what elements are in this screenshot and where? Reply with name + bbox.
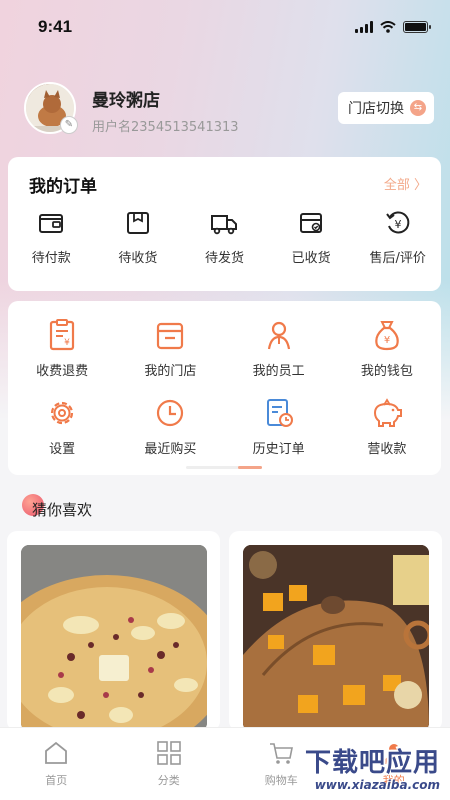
service-label: 最近购买: [144, 442, 197, 457]
product-card[interactable]: [7, 531, 220, 731]
order-pending-payment[interactable]: 待付款: [8, 209, 95, 266]
gear-icon: [51, 401, 74, 425]
service-fee-refund[interactable]: ¥ 收费退费: [8, 318, 116, 379]
services-card: ¥ 收费退费 我的门店 我的员工 ¥ 我的钱包 设置 最近购买 历史订单 营收款: [8, 301, 441, 475]
service-my-wallet[interactable]: ¥ 我的钱包: [333, 318, 441, 379]
service-my-staff[interactable]: 我的员工: [225, 318, 333, 379]
service-label: 收费退费: [36, 364, 89, 379]
battery-icon: [403, 21, 431, 33]
tab-home[interactable]: 首页: [0, 728, 113, 800]
tab-label: 首页: [45, 774, 68, 787]
truck-icon: [211, 215, 238, 235]
profile-header: ✎ 曼玲粥店 用户名2354513541313 门店切换 ⇆: [24, 82, 434, 138]
product-card[interactable]: [229, 531, 442, 731]
watermark-title: 下载吧应用: [304, 748, 440, 778]
chevron-right-icon: 〉: [413, 178, 427, 193]
order-label: 售后/评价: [369, 251, 426, 266]
wifi-icon: [380, 21, 396, 33]
swap-icon: ⇆: [410, 100, 426, 116]
username: 用户名2354513541313: [92, 120, 239, 135]
my-orders-card: 我的订单 全部 〉 待付款 待收货 待发货 已收货 ¥ 售后/评价: [8, 157, 441, 291]
services-row: ¥ 收费退费 我的门店 我的员工 ¥ 我的钱包: [8, 318, 441, 379]
product-image: [243, 545, 429, 731]
order-pending-receipt[interactable]: 待收货: [95, 209, 182, 266]
grid-icon: [156, 741, 181, 765]
received-box-icon: [300, 213, 323, 233]
service-label: 我的员工: [252, 364, 305, 379]
box-icon: [126, 212, 149, 234]
orders-all-link[interactable]: 全部 〉: [384, 174, 427, 193]
service-label: 设置: [49, 442, 76, 457]
switch-store-button[interactable]: 门店切换 ⇆: [338, 92, 434, 124]
service-label: 历史订单: [252, 442, 305, 457]
home-icon: [45, 741, 68, 764]
service-recent-purchases[interactable]: 最近购买: [116, 396, 224, 457]
money-bag-icon: ¥: [375, 321, 399, 351]
history-order-icon: [266, 399, 293, 427]
order-label: 待收货: [118, 251, 158, 266]
store-icon: [157, 322, 184, 350]
wallet-icon: [39, 214, 64, 233]
order-label: 待发货: [204, 251, 244, 266]
service-label: 我的钱包: [360, 364, 413, 379]
service-order-history[interactable]: 历史订单: [225, 396, 333, 457]
orders-title: 我的订单: [29, 177, 97, 197]
tab-category[interactable]: 分类: [113, 728, 226, 800]
watermark-url: www.xiazaiba.com: [314, 778, 440, 792]
refund-icon: ¥: [385, 211, 410, 234]
status-time: 9:41: [38, 17, 73, 36]
order-pending-shipment[interactable]: 待发货: [181, 209, 268, 266]
page-indicator: [186, 466, 262, 469]
watermark: 下载吧应用 www.xiazaiba.com: [264, 740, 444, 796]
product-image: [21, 545, 207, 731]
status-bar: 9:41: [0, 0, 450, 54]
svg-text:¥: ¥: [384, 335, 390, 346]
recommend-title: 猜你喜欢: [32, 501, 93, 519]
order-label: 已收货: [291, 251, 331, 266]
service-revenue[interactable]: 营收款: [333, 396, 441, 457]
status-icons: [355, 21, 431, 33]
receipt-icon: ¥: [50, 319, 75, 351]
tab-label: 分类: [157, 774, 180, 787]
order-status-row: 待付款 待收货 待发货 已收货 ¥ 售后/评价: [8, 209, 441, 266]
order-after-sales[interactable]: ¥ 售后/评价: [354, 209, 441, 266]
svg-text:¥: ¥: [64, 338, 70, 348]
clock-icon: [157, 399, 184, 427]
store-name: 曼玲粥店: [92, 91, 160, 111]
service-settings[interactable]: 设置: [8, 396, 116, 457]
staff-icon: [267, 321, 290, 350]
service-label: 我的门店: [144, 364, 197, 379]
svg-text:¥: ¥: [394, 218, 401, 231]
order-received[interactable]: 已收货: [268, 209, 355, 266]
piggy-bank-icon: [373, 398, 402, 427]
order-label: 待付款: [31, 251, 71, 266]
avatar-edit-icon[interactable]: ✎: [60, 116, 78, 134]
service-my-store[interactable]: 我的门店: [116, 318, 224, 379]
service-label: 营收款: [367, 442, 407, 457]
switch-store-label: 门店切换: [348, 101, 404, 117]
services-row: 设置 最近购买 历史订单 营收款: [8, 396, 441, 457]
signal-icon: [355, 21, 373, 33]
